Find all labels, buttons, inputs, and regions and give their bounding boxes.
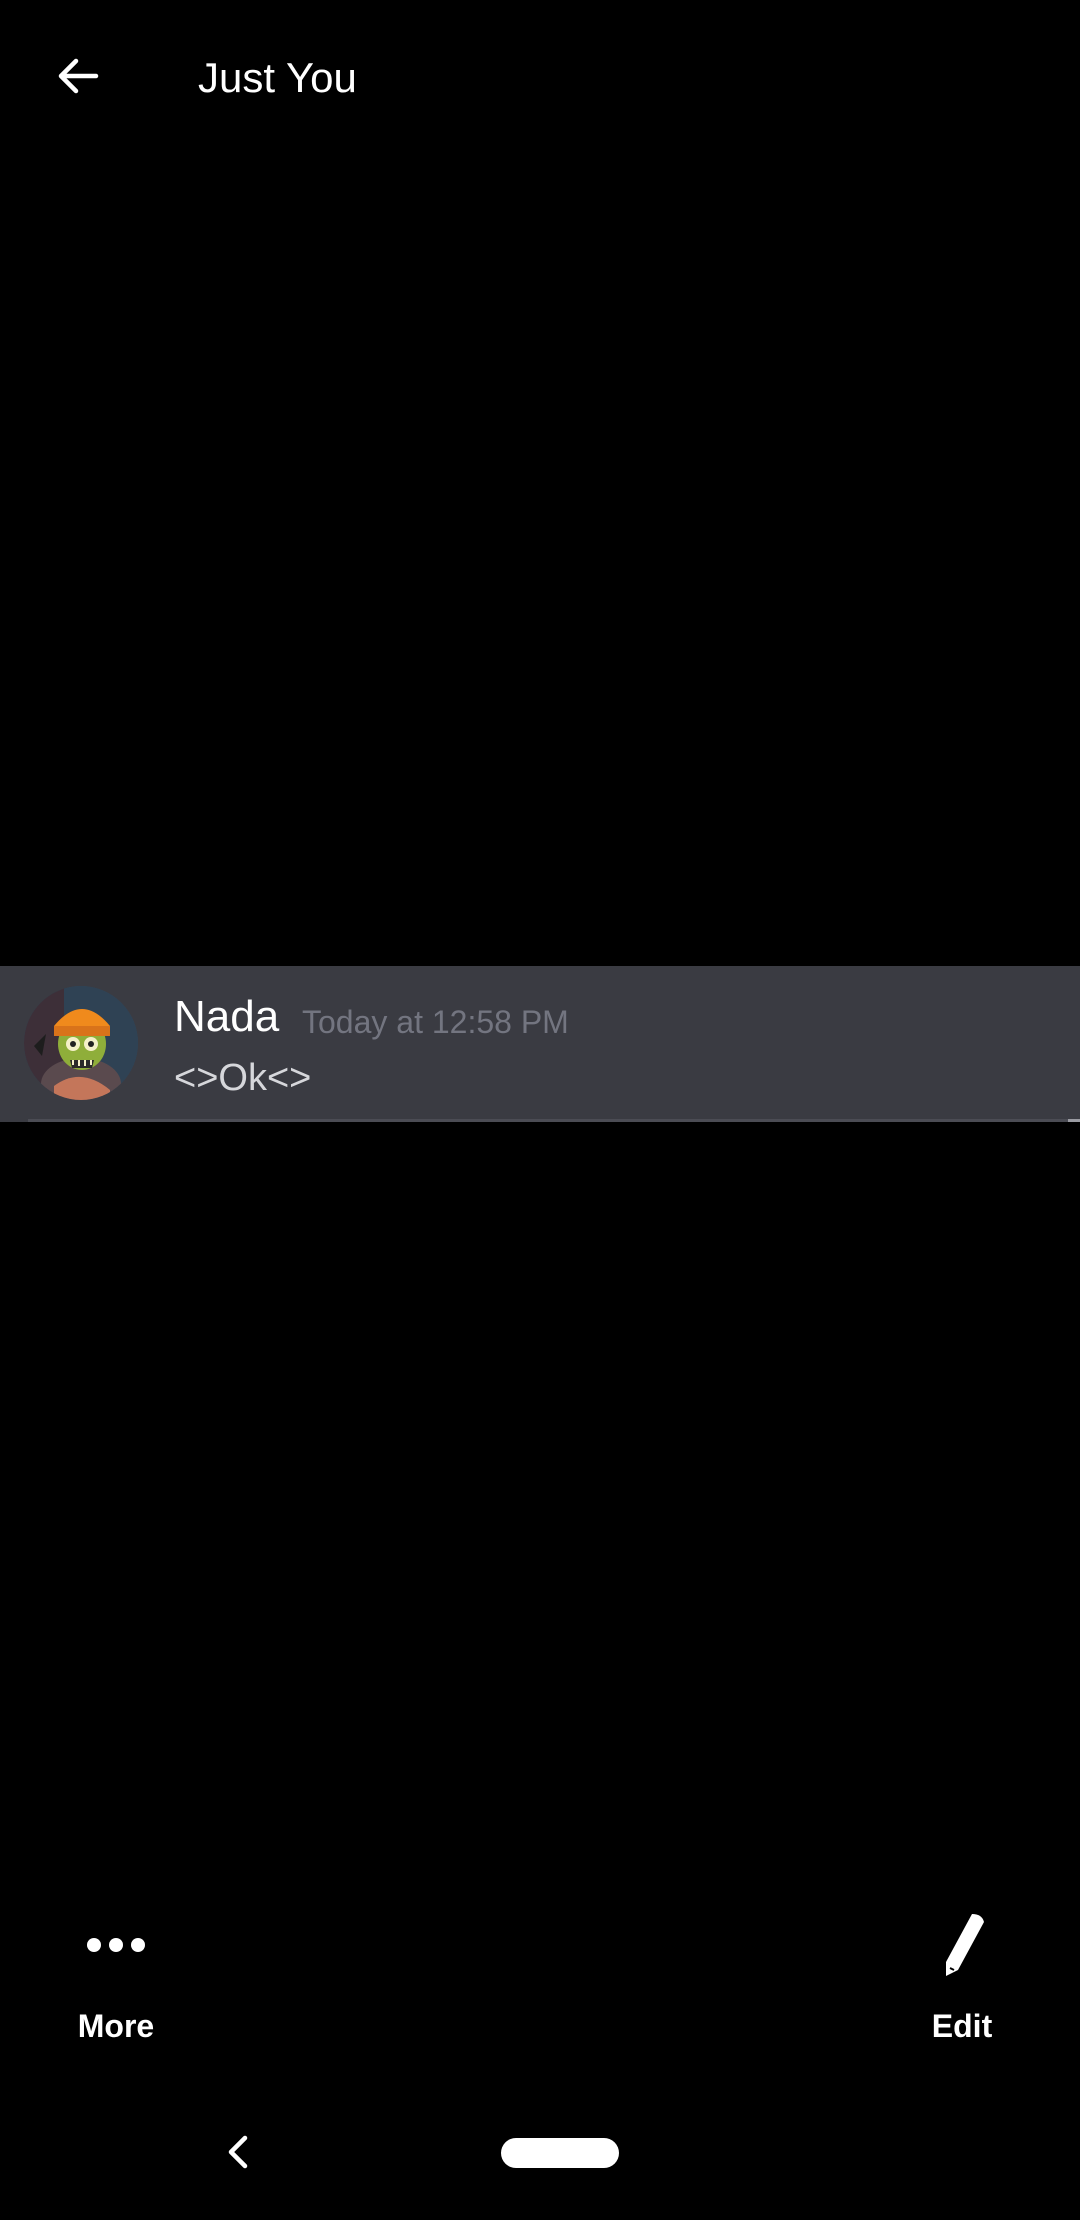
more-label: More — [77, 2008, 155, 2044]
more-button[interactable]: More — [26, 1900, 206, 2060]
nav-home-pill-icon[interactable] — [501, 2138, 619, 2168]
nav-back-button[interactable] — [216, 2130, 260, 2174]
message-author: Nada — [174, 992, 280, 1041]
back-button[interactable] — [40, 38, 116, 114]
avatar-image — [24, 986, 138, 1100]
message-text: <>Ok<> — [174, 1057, 312, 1099]
pencil-icon — [917, 1900, 1007, 1990]
message-item[interactable]: Nada Today at 12:58 PM <>Ok<> — [0, 966, 1080, 1122]
edit-button[interactable]: Edit — [872, 1900, 1052, 2060]
message-timestamp: Today at 12:58 PM — [302, 1004, 569, 1040]
avatar[interactable] — [24, 986, 138, 1100]
more-dots-icon — [71, 1900, 161, 1990]
page-title: Just You — [198, 54, 357, 101]
edit-label: Edit — [931, 2008, 993, 2044]
nav-back-chevron-icon — [228, 2135, 248, 2169]
top-app-bar: Just You — [0, 0, 1080, 156]
divider-accent — [1068, 1119, 1080, 1122]
divider — [28, 1119, 1080, 1122]
arrow-left-icon — [58, 58, 99, 94]
